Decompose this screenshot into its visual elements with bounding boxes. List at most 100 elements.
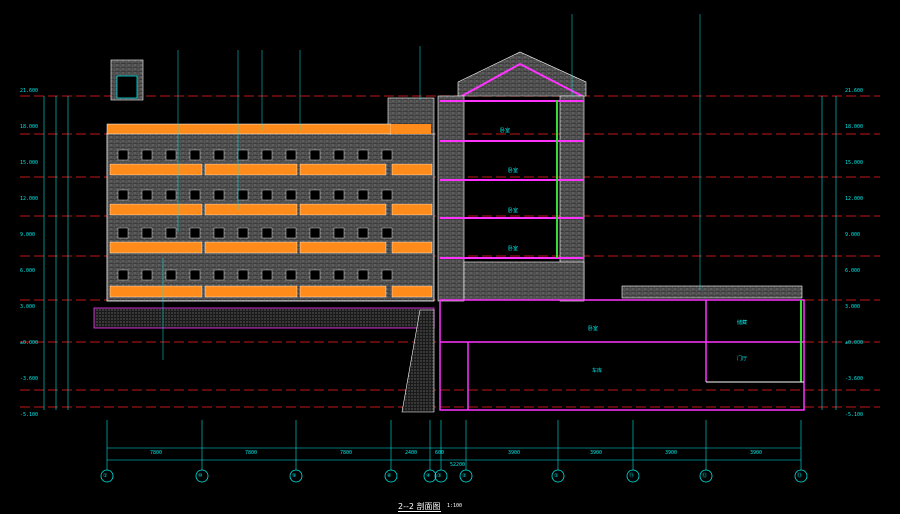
axis-marker-label: ⑫ bbox=[702, 473, 708, 479]
window bbox=[165, 227, 177, 239]
balcony-rail bbox=[391, 203, 433, 216]
window bbox=[189, 189, 201, 201]
window bbox=[189, 149, 201, 161]
window bbox=[261, 269, 273, 281]
window bbox=[381, 189, 393, 201]
window bbox=[381, 149, 393, 161]
room-label: 门厅 bbox=[737, 356, 748, 362]
window bbox=[213, 227, 225, 239]
axis-marker-label: ④ bbox=[426, 473, 431, 479]
window bbox=[213, 269, 225, 281]
dimension-label: 3900 bbox=[665, 450, 678, 456]
room-label: 储藏 bbox=[737, 320, 748, 326]
room-label: 车库 bbox=[592, 368, 603, 374]
room-label: 卧室 bbox=[508, 168, 519, 174]
level-mark-left: 9.000 bbox=[20, 232, 36, 238]
window bbox=[357, 189, 369, 201]
window bbox=[357, 149, 369, 161]
window bbox=[333, 227, 345, 239]
window bbox=[261, 189, 273, 201]
window bbox=[189, 227, 201, 239]
axis-marker-label: ⑬ bbox=[797, 473, 803, 479]
window bbox=[165, 189, 177, 201]
window bbox=[357, 269, 369, 281]
balcony-rail bbox=[299, 241, 387, 254]
dimension-label: 7800 bbox=[150, 450, 163, 456]
dimension-label: 3900 bbox=[590, 450, 603, 456]
right-section bbox=[437, 51, 805, 411]
window bbox=[237, 189, 249, 201]
roof-kiosk-window bbox=[116, 75, 138, 99]
left-level-scale bbox=[43, 96, 69, 410]
axis-marker-label: ① bbox=[103, 473, 108, 479]
window bbox=[141, 149, 153, 161]
balcony-rail bbox=[204, 241, 298, 254]
balcony-rail bbox=[109, 241, 203, 254]
axis-marker-label: ③ bbox=[437, 473, 442, 479]
dimension-label: 52200 bbox=[450, 462, 466, 468]
room-label: 卧室 bbox=[588, 326, 599, 332]
window bbox=[237, 227, 249, 239]
window bbox=[309, 149, 321, 161]
balcony-rail bbox=[204, 203, 298, 216]
balcony-rail bbox=[109, 163, 203, 176]
left-block bbox=[93, 59, 435, 413]
balcony-rail bbox=[299, 285, 387, 298]
window bbox=[333, 269, 345, 281]
balcony-rail bbox=[109, 203, 203, 216]
cad-drawing-canvas bbox=[20, 14, 880, 483]
window bbox=[213, 189, 225, 201]
level-mark-right: 3.000 bbox=[845, 304, 861, 310]
level-mark-right: 6.000 bbox=[845, 268, 861, 274]
dimension-label: 2400 bbox=[405, 450, 418, 456]
balcony-rail bbox=[299, 163, 387, 176]
axis-marker-label: ① bbox=[554, 473, 559, 479]
level-mark-left: ±0.000 bbox=[20, 340, 39, 346]
window bbox=[213, 149, 225, 161]
window bbox=[117, 189, 129, 201]
dimension-label: 7800 bbox=[245, 450, 258, 456]
window bbox=[285, 189, 297, 201]
dimension-label: 3900 bbox=[508, 450, 521, 456]
window bbox=[261, 227, 273, 239]
window bbox=[261, 149, 273, 161]
axis-marker-label: ② bbox=[462, 473, 467, 479]
level-mark-left: 18.000 bbox=[20, 124, 39, 130]
axis-marker-label: ⑨ bbox=[292, 473, 297, 479]
window bbox=[357, 227, 369, 239]
room-label: 卧室 bbox=[508, 208, 519, 214]
window bbox=[285, 227, 297, 239]
level-mark-right: ±0.000 bbox=[845, 340, 864, 346]
window bbox=[381, 269, 393, 281]
level-mark-left: 12.000 bbox=[20, 196, 39, 202]
window bbox=[309, 269, 321, 281]
level-mark-right: -3.600 bbox=[845, 376, 864, 382]
level-mark-right: 21.600 bbox=[845, 88, 864, 94]
balcony-rail bbox=[109, 285, 203, 298]
axis-marker-label: ⑪ bbox=[629, 473, 635, 479]
low-wing-roof bbox=[621, 285, 803, 299]
window bbox=[189, 269, 201, 281]
level-mark-right: 9.000 bbox=[845, 232, 861, 238]
section-base bbox=[463, 261, 585, 301]
window bbox=[309, 227, 321, 239]
window bbox=[333, 149, 345, 161]
axis-marker-label: ⑥ bbox=[387, 473, 392, 479]
window bbox=[381, 227, 393, 239]
pitched-roof bbox=[457, 51, 587, 97]
window bbox=[333, 189, 345, 201]
axis-marker-label: ⑩ bbox=[198, 473, 203, 479]
drawing-scale: 1:100 bbox=[447, 503, 463, 509]
top-parapet bbox=[106, 123, 392, 135]
right-level-scale bbox=[821, 96, 837, 410]
balcony-rail bbox=[204, 285, 298, 298]
level-mark-right: 12.000 bbox=[845, 196, 864, 202]
level-mark-right: 18.000 bbox=[845, 124, 864, 130]
window bbox=[285, 149, 297, 161]
axis-dimension-chain bbox=[107, 447, 801, 461]
balcony-rail bbox=[299, 203, 387, 216]
tower-parapet bbox=[391, 124, 431, 134]
level-mark-right: 15.000 bbox=[845, 160, 864, 166]
section-wall-left bbox=[437, 95, 465, 302]
level-mark-left: 3.000 bbox=[20, 304, 36, 310]
